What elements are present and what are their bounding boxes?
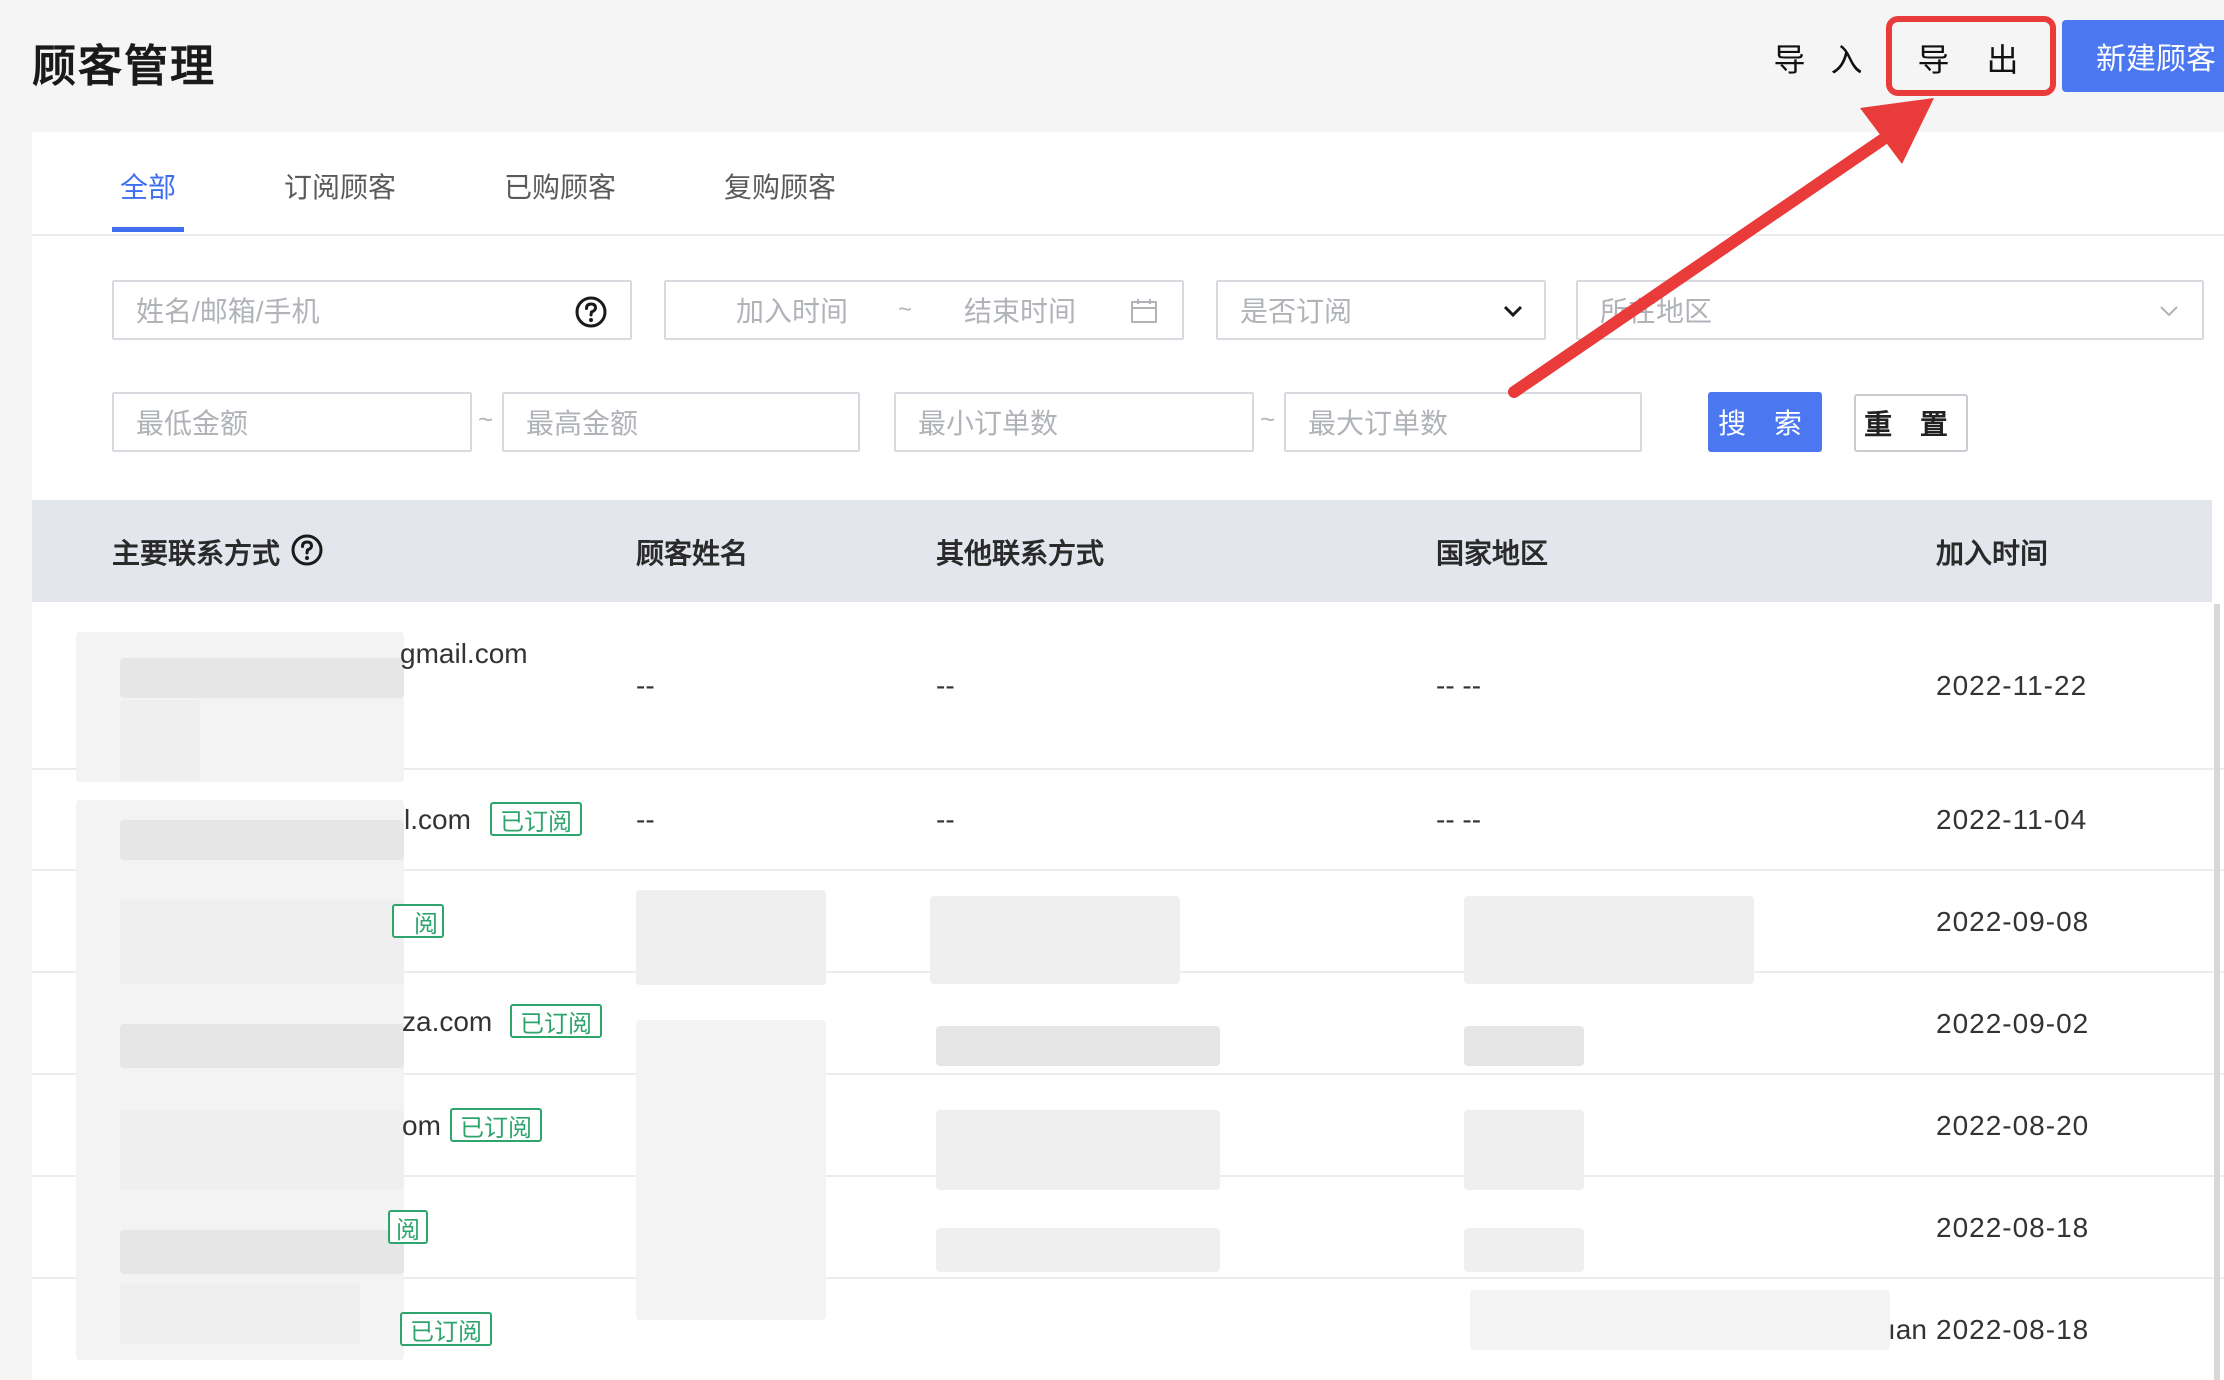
annotation-arrow-icon (1508, 98, 1934, 398)
